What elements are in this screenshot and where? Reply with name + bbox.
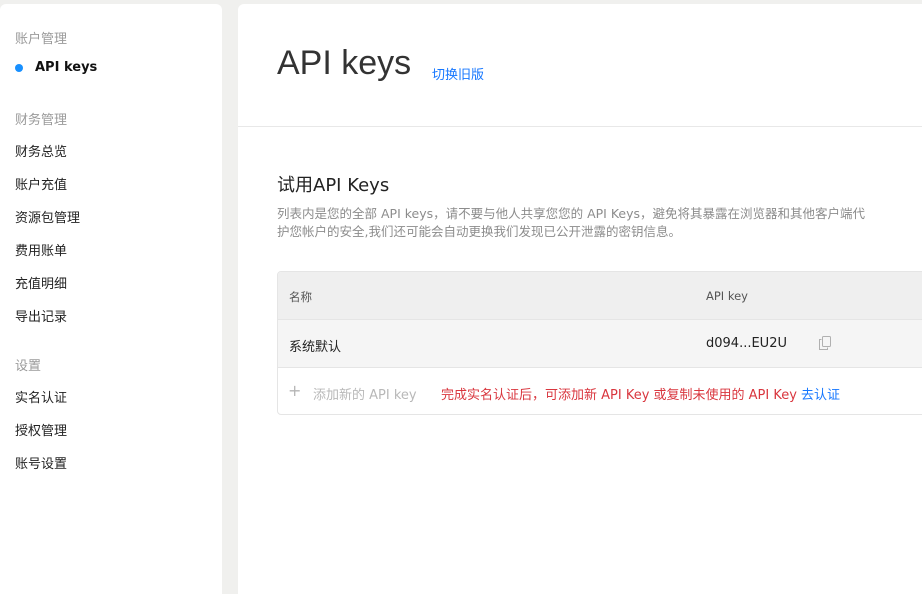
description-line-1: 列表内是您的全部 API keys，请不要与他人共享您您的 API Keys，避… bbox=[277, 206, 866, 221]
sidebar-item-recharge-details[interactable]: 充值明细 bbox=[15, 273, 67, 292]
switch-old-version-link[interactable]: 切换旧版 bbox=[432, 64, 484, 83]
key-name-cell: 系统默认 bbox=[289, 340, 342, 355]
verification-warning: 完成实名认证后，可添加新 API Key 或复制未使用的 API Key 去认证 bbox=[441, 384, 840, 403]
column-header-api-key: API key bbox=[706, 289, 748, 303]
plus-icon: + bbox=[288, 381, 302, 400]
sidebar-group-title-settings: 设置 bbox=[15, 359, 42, 374]
sidebar-item-authorization[interactable]: 授权管理 bbox=[15, 420, 67, 439]
sidebar-item-real-name-verification[interactable]: 实名认证 bbox=[15, 387, 67, 406]
copy-icon[interactable] bbox=[819, 335, 831, 350]
table-header: 名称 API key bbox=[278, 272, 922, 320]
go-verify-link[interactable]: 去认证 bbox=[801, 388, 840, 403]
section-title: 试用API Keys bbox=[277, 175, 390, 196]
sidebar-item-account-recharge[interactable]: 账户充值 bbox=[15, 174, 67, 193]
header-divider bbox=[238, 126, 922, 127]
section-description: 列表内是您的全部 API keys，请不要与他人共享您您的 API Keys，避… bbox=[277, 205, 922, 241]
active-indicator-dot bbox=[15, 64, 23, 72]
api-keys-table: 名称 API key 系统默认 d094...EU2U + 添加新的 API k… bbox=[277, 271, 922, 415]
sidebar-item-export-records[interactable]: 导出记录 bbox=[15, 306, 67, 325]
verification-warning-text: 完成实名认证后，可添加新 API Key 或复制未使用的 API Key bbox=[441, 388, 797, 403]
sidebar-group-title-finance: 财务管理 bbox=[15, 113, 68, 128]
description-line-2: 护您帐户的安全,我们还可能会自动更换我们发现已公开泄露的密钥信息。 bbox=[277, 224, 681, 239]
sidebar: 账户管理 API keys 财务管理 财务总览 账户充值 资源包管理 费用账单 … bbox=[0, 4, 222, 594]
sidebar-item-resource-packages[interactable]: 资源包管理 bbox=[15, 207, 80, 226]
table-row: 系统默认 d094...EU2U bbox=[278, 320, 922, 368]
main-panel: API keys 切换旧版 试用API Keys 列表内是您的全部 API ke… bbox=[238, 4, 922, 594]
page-title: API keys bbox=[277, 44, 412, 82]
api-key-cell: d094...EU2U bbox=[706, 336, 787, 351]
sidebar-item-api-keys[interactable]: API keys bbox=[35, 60, 97, 75]
column-header-name: 名称 bbox=[289, 290, 312, 304]
sidebar-group-title-account: 账户管理 bbox=[15, 32, 68, 47]
sidebar-item-account-settings[interactable]: 账号设置 bbox=[15, 453, 67, 472]
add-api-key-button[interactable]: 添加新的 API key bbox=[313, 384, 417, 403]
sidebar-item-billing[interactable]: 费用账单 bbox=[15, 240, 67, 259]
add-key-row: + 添加新的 API key 完成实名认证后，可添加新 API Key 或复制未… bbox=[278, 368, 922, 414]
sidebar-item-finance-overview[interactable]: 财务总览 bbox=[15, 141, 67, 160]
